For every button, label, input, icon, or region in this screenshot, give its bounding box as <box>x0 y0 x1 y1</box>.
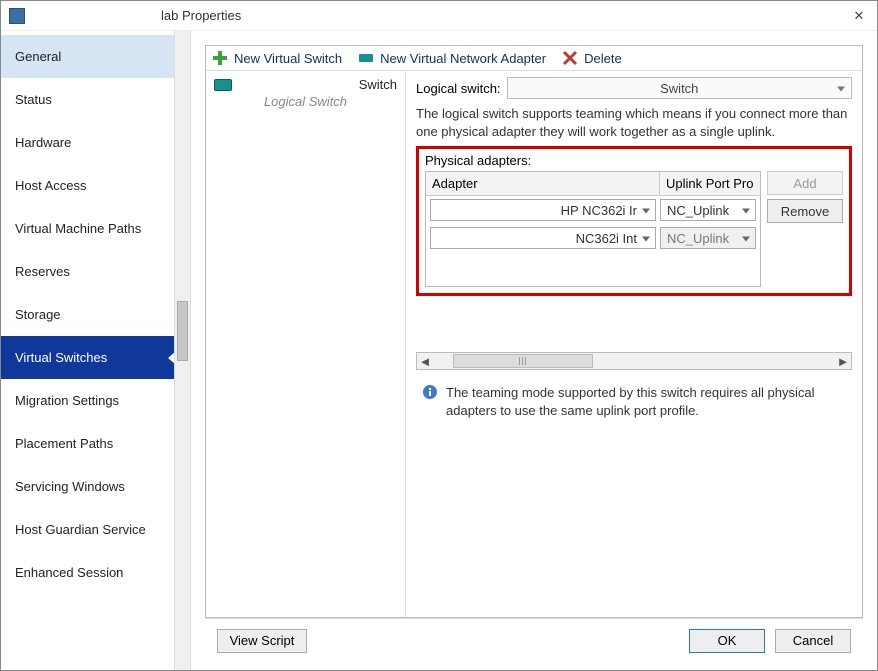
uplink-combo: NC_Uplink <box>660 227 756 249</box>
view-script-button[interactable]: View Script <box>217 629 307 653</box>
sidebar-nav: GeneralStatusHardwareHost AccessVirtual … <box>1 31 174 670</box>
sidebar-scrollbar[interactable] <box>174 31 190 670</box>
app-icon <box>9 8 25 24</box>
nic-icon <box>358 50 374 66</box>
sidebar-item-host-access[interactable]: Host Access <box>1 164 174 207</box>
sidebar-item-enhanced-session[interactable]: Enhanced Session <box>1 551 174 594</box>
physical-adapters-section: Physical adapters: Adapter Uplink Port P… <box>416 146 852 296</box>
adapter-combo[interactable]: NC362i Int <box>430 227 656 249</box>
physical-adapters-label: Physical adapters: <box>425 153 843 168</box>
logical-switch-value: Switch <box>514 81 845 96</box>
switch-detail: Logical switch: Switch The logical switc… <box>406 71 862 617</box>
sidebar-item-status[interactable]: Status <box>1 78 174 121</box>
scrollbar-thumb[interactable] <box>453 354 593 368</box>
sidebar-item-storage[interactable]: Storage <box>1 293 174 336</box>
toolbar: New Virtual Switch New Virtual Network A… <box>206 46 862 71</box>
sidebar-item-virtual-machine-paths[interactable]: Virtual Machine Paths <box>1 207 174 250</box>
sidebar-item-reserves[interactable]: Reserves <box>1 250 174 293</box>
toolbar-label: Delete <box>584 51 622 66</box>
switch-list-item[interactable]: Switch Logical Switch <box>206 71 405 115</box>
toolbar-label: New Virtual Switch <box>234 51 342 66</box>
sidebar-item-hardware[interactable]: Hardware <box>1 121 174 164</box>
add-adapter-button[interactable]: Add <box>767 171 843 195</box>
dialog-window: lab Properties ✕ GeneralStatusHardwareHo… <box>0 0 878 671</box>
switch-name: Switch <box>242 77 397 92</box>
logical-switch-combo[interactable]: Switch <box>507 77 852 99</box>
info-text: The teaming mode supported by this switc… <box>446 384 846 419</box>
window-title: lab Properties <box>31 8 849 23</box>
adapter-row: NC362i IntNC_Uplink <box>426 224 760 252</box>
main-panel: New Virtual Switch New Virtual Network A… <box>205 45 863 618</box>
logical-switch-help: The logical switch supports teaming whic… <box>416 105 852 140</box>
scrollbar-thumb[interactable] <box>177 301 188 361</box>
titlebar[interactable]: lab Properties ✕ <box>1 1 877 31</box>
info-icon <box>422 384 438 400</box>
remove-adapter-button[interactable]: Remove <box>767 199 843 223</box>
column-header-adapter[interactable]: Adapter <box>426 172 660 195</box>
horizontal-scrollbar[interactable]: ◄ ► <box>416 352 852 370</box>
cancel-button[interactable]: Cancel <box>775 629 851 653</box>
column-header-uplink[interactable]: Uplink Port Pro <box>660 172 760 195</box>
new-virtual-switch-button[interactable]: New Virtual Switch <box>212 50 342 66</box>
switch-subtitle: Logical Switch <box>214 92 397 109</box>
plus-icon <box>212 50 228 66</box>
scroll-left-icon[interactable]: ◄ <box>417 353 433 369</box>
adapter-combo[interactable]: HP NC362i Ir <box>430 199 656 221</box>
delete-icon <box>562 50 578 66</box>
sidebar-item-virtual-switches[interactable]: Virtual Switches <box>1 336 174 379</box>
sidebar-item-general[interactable]: General <box>1 35 174 78</box>
sidebar-item-migration-settings[interactable]: Migration Settings <box>1 379 174 422</box>
switch-list: Switch Logical Switch <box>206 71 406 617</box>
sidebar-item-host-guardian-service[interactable]: Host Guardian Service <box>1 508 174 551</box>
sidebar-item-servicing-windows[interactable]: Servicing Windows <box>1 465 174 508</box>
ok-button[interactable]: OK <box>689 629 765 653</box>
dialog-footer: View Script OK Cancel <box>205 618 863 662</box>
new-virtual-network-adapter-button[interactable]: New Virtual Network Adapter <box>358 50 546 66</box>
sidebar-item-placement-paths[interactable]: Placement Paths <box>1 422 174 465</box>
logical-switch-label: Logical switch: <box>416 81 501 96</box>
adapter-row: HP NC362i IrNC_Uplink <box>426 196 760 224</box>
scroll-right-icon[interactable]: ► <box>835 353 851 369</box>
toolbar-label: New Virtual Network Adapter <box>380 51 546 66</box>
nic-icon <box>214 79 232 91</box>
adapter-grid: Adapter Uplink Port Pro HP NC362i IrNC_U… <box>425 171 761 287</box>
delete-button[interactable]: Delete <box>562 50 622 66</box>
close-icon[interactable]: ✕ <box>849 8 869 24</box>
uplink-combo[interactable]: NC_Uplink <box>660 199 756 221</box>
